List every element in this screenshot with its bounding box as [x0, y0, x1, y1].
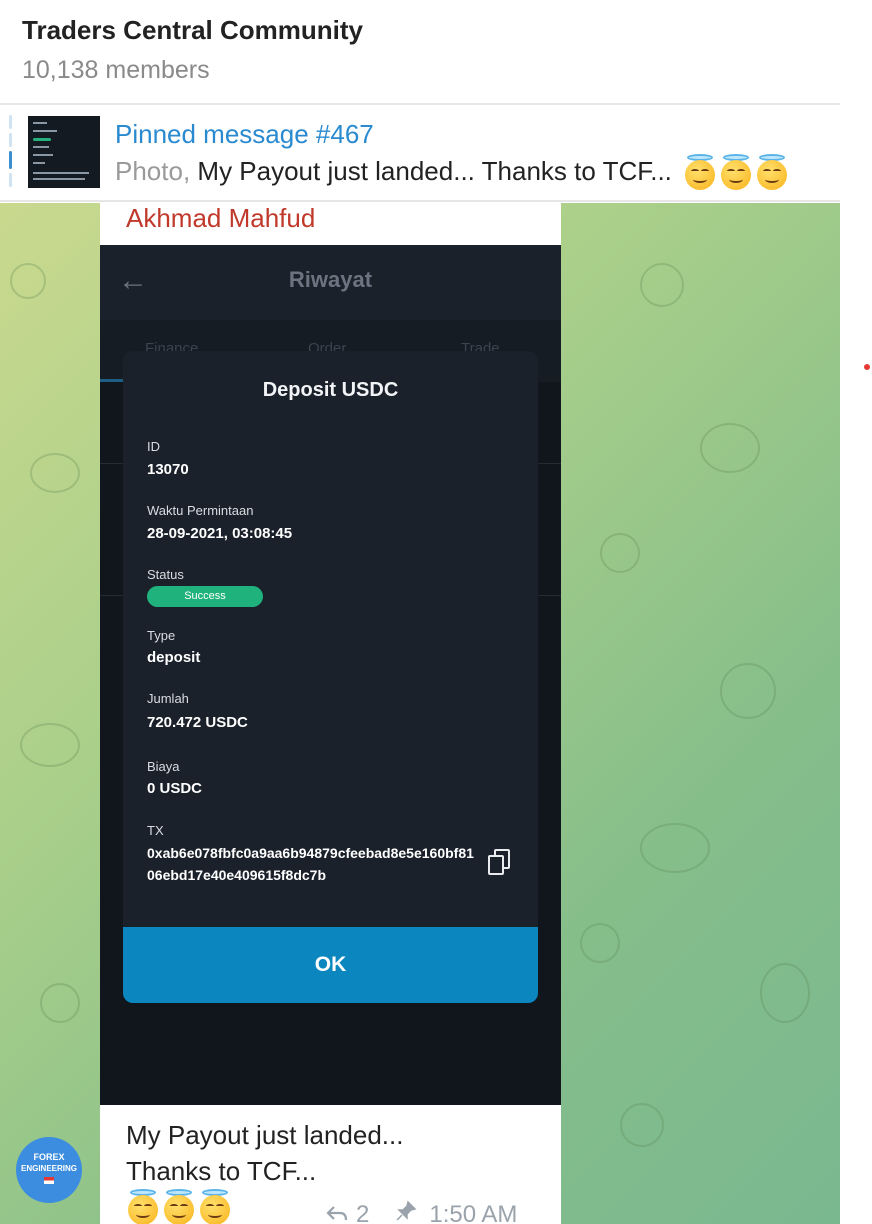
field-label-tx: TX [147, 823, 164, 838]
field-value-tx: 0xab6e078fbfc0a9aa6b94879cfeebad8e5e160b… [147, 845, 474, 883]
chat-title[interactable]: Traders Central Community [22, 15, 363, 46]
field-label-amount: Jumlah [147, 691, 189, 706]
pinned-photo-thumbnail [28, 116, 100, 188]
pin-icon [396, 1200, 417, 1221]
field-label-id: ID [147, 439, 160, 454]
pinned-position-indicator [9, 115, 13, 193]
ok-button: OK [123, 927, 538, 1003]
reply-icon[interactable] [326, 1204, 348, 1222]
message-meta: 2 1:50 AM [326, 1200, 517, 1224]
photo-app-header: ← Riwayat [100, 245, 561, 320]
reply-count[interactable]: 2 [356, 1201, 369, 1224]
field-label-type: Type [147, 628, 176, 643]
unread-dot [864, 364, 870, 370]
deposit-modal: Deposit USDC ID 13070 Waktu Permintaan 2… [123, 351, 538, 1003]
field-value-type: deposit [147, 649, 201, 666]
caption-emojis [126, 1189, 232, 1224]
chat-header[interactable]: Traders Central Community 10,138 members [0, 0, 840, 104]
copy-icon [488, 849, 510, 875]
member-count: 10,138 members [22, 56, 210, 84]
sender-avatar[interactable]: FOREX ENGINEERING [16, 1137, 82, 1203]
caption-line: Thanks to TCF... [126, 1156, 317, 1186]
smiling-face-with-halo-icon [683, 154, 717, 192]
smiling-face-with-halo-icon [755, 154, 789, 192]
field-value-amount: 720.472 USDC [147, 714, 248, 731]
sender-name[interactable]: Akhmad Mahfud [126, 203, 315, 234]
caption-line: My Payout just landed... [126, 1120, 404, 1150]
field-label-status: Status [147, 567, 184, 582]
field-label-time: Waktu Permintaan [147, 503, 254, 518]
smiling-face-with-halo-icon [198, 1189, 232, 1224]
modal-title: Deposit USDC [262, 379, 399, 401]
pinned-message-preview: Photo, My Payout just landed... Thanks t… [115, 154, 789, 192]
photo-app-title: Riwayat [288, 267, 373, 292]
pinned-preview-text: My Payout just landed... Thanks to TCF..… [197, 155, 672, 186]
message-time: 1:50 AM [429, 1201, 518, 1224]
pinned-message-title: Pinned message #467 [115, 119, 374, 149]
pinned-type-label: Photo, [115, 155, 191, 186]
smiling-face-with-halo-icon [162, 1189, 196, 1224]
avatar-text: ENGINEERING [20, 1164, 77, 1173]
message-caption: My Payout just landed... Thanks to TCF..… [126, 1117, 403, 1189]
avatar-text: FOREX [33, 1152, 65, 1162]
message-bubble[interactable]: Akhmad Mahfud ← Riwayat Finance Order Tr… [100, 203, 561, 1224]
flag-icon [44, 1177, 54, 1184]
smiling-face-with-halo-icon [126, 1189, 160, 1224]
smiling-face-with-halo-icon [719, 154, 753, 192]
field-value-id: 13070 [147, 461, 189, 478]
message-photo[interactable]: ← Riwayat Finance Order Trade Deposit US… [100, 245, 561, 1105]
field-label-fee: Biaya [147, 759, 180, 774]
field-value-fee: 0 USDC [147, 780, 203, 797]
pinned-message-bar[interactable]: Pinned message #467 Photo, My Payout jus… [0, 105, 840, 202]
status-badge: Success [147, 586, 263, 607]
field-value-time: 28-09-2021, 03:08:45 [147, 525, 293, 542]
window-edge [840, 0, 872, 1224]
